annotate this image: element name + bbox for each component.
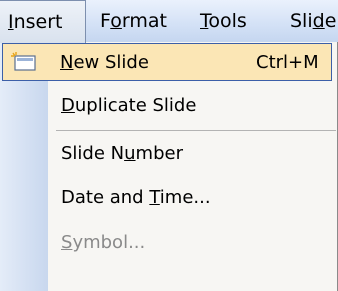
menu-format[interactable]: Format <box>100 0 167 42</box>
menu-insert[interactable]: Insert <box>0 0 86 43</box>
menu-item-symbol: Symbol... <box>0 223 337 263</box>
menu-separator <box>56 130 336 131</box>
menu-slide-show[interactable]: Slide <box>290 0 336 42</box>
menu-item-new-slide-shortcut: Ctrl+M <box>256 52 319 73</box>
menu-item-date-and-time[interactable]: Date and Time... <box>0 178 337 218</box>
menu-bar: Insert Format Tools Slide <box>0 0 338 43</box>
menu-tools[interactable]: Tools <box>200 0 247 42</box>
menu-item-duplicate-slide[interactable]: Duplicate Slide <box>0 86 337 126</box>
menu-item-new-slide-label: New Slide <box>60 52 149 73</box>
menu-item-new-slide[interactable]: New Slide Ctrl+M <box>2 43 332 81</box>
menu-slide-label-post: e <box>324 10 337 32</box>
menu-item-slide-number[interactable]: Slide Number <box>0 134 337 174</box>
menu-item-duplicate-slide-label: Duplicate Slide <box>61 95 197 116</box>
menu-item-date-and-time-label: Date and Time... <box>61 187 211 208</box>
insert-dropdown-menu: New Slide Ctrl+M Duplicate Slide Slide N… <box>0 42 338 291</box>
menu-insert-label-post: nsert <box>13 11 63 33</box>
menu-item-symbol-label: Symbol... <box>61 232 146 253</box>
powerpoint-menu-screenshot: Insert Format Tools Slide New Slide Ctrl… <box>0 0 338 291</box>
menu-slide-mnemonic: d <box>312 10 325 32</box>
menu-format-label-pre: F <box>100 10 111 32</box>
menu-item-slide-number-label: Slide Number <box>61 143 183 164</box>
new-slide-icon <box>11 52 36 71</box>
menu-slide-label-pre: Sli <box>290 10 313 32</box>
menu-format-mnemonic: o <box>110 10 122 32</box>
menu-tools-label-post: ools <box>208 10 247 32</box>
menu-format-label-post: rmat <box>121 10 167 32</box>
